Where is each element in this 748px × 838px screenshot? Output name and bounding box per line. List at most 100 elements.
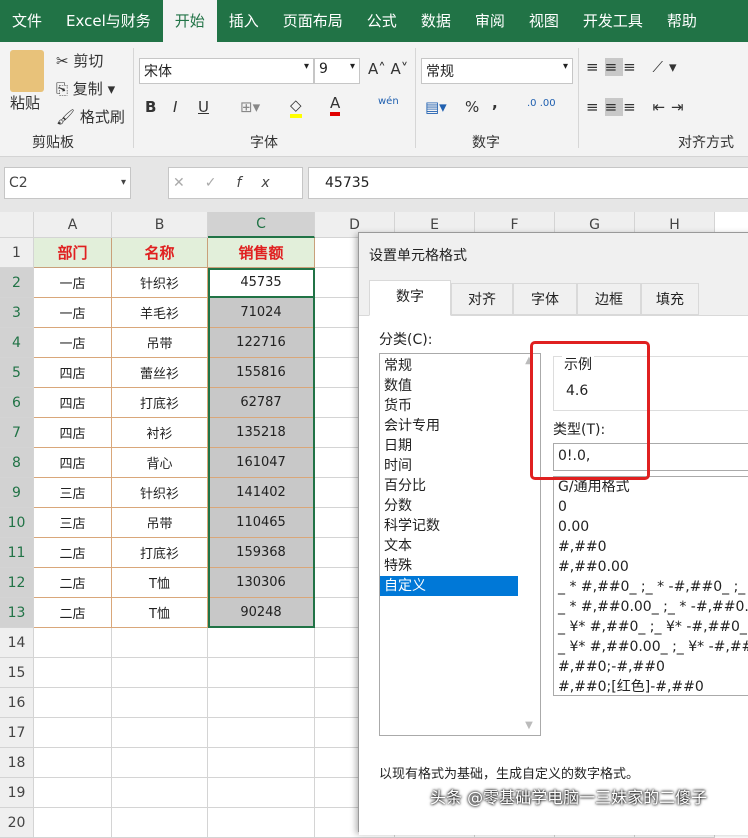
phonetic-icon[interactable]: wén (378, 96, 399, 107)
cell[interactable] (208, 748, 315, 778)
data-cell[interactable]: 打底衫 (112, 538, 208, 568)
data-cell[interactable]: 二店 (34, 568, 112, 598)
format-list[interactable]: G/通用格式 0 0.00 #,##0 #,##0.00 _ * #,##0_ ;_ * … (553, 476, 748, 696)
data-cell[interactable]: 141402 (208, 478, 315, 508)
row-header-20[interactable]: 20 (0, 808, 34, 838)
data-cell[interactable]: 三店 (34, 508, 112, 538)
row-header-5[interactable]: 5 (0, 358, 34, 388)
cut-button[interactable]: ✂ 剪切 (56, 50, 103, 71)
font-size-select[interactable]: 9 ▾ (314, 58, 360, 84)
cell[interactable] (208, 808, 315, 838)
cell[interactable] (34, 718, 112, 748)
font-color-icon[interactable]: A (330, 94, 341, 116)
category-item[interactable]: 时间 (380, 456, 540, 476)
row-header-17[interactable]: 17 (0, 718, 34, 748)
row-header-16[interactable]: 16 (0, 688, 34, 718)
tab-5[interactable]: 公式 (355, 0, 409, 42)
bold-button[interactable]: B (145, 98, 156, 116)
tab-4[interactable]: 页面布局 (271, 0, 355, 42)
percent-button[interactable]: % (465, 98, 479, 116)
category-item[interactable]: 文本 (380, 536, 540, 556)
font-name-select[interactable]: 宋体 ▾ (139, 58, 314, 84)
enter-icon[interactable]: ✓ (205, 175, 237, 191)
data-cell[interactable]: 四店 (34, 448, 112, 478)
format-item[interactable]: _ ¥* #,##0_ ;_ ¥* -#,##0_ ;_ ¥* "-"_ ;_ … (554, 617, 748, 637)
italic-button[interactable]: I (173, 98, 177, 116)
data-cell[interactable]: 90248 (208, 598, 315, 628)
data-cell[interactable]: 71024 (208, 298, 315, 328)
underline-button[interactable]: U (198, 98, 209, 116)
tab-1[interactable]: Excel与财务 (54, 0, 163, 42)
border-icon[interactable]: ⊞▾ (240, 98, 260, 116)
row-header-13[interactable]: 13 (0, 598, 34, 628)
dialog-tab-1[interactable]: 对齐 (451, 283, 513, 315)
data-cell[interactable]: 打底衫 (112, 388, 208, 418)
cell[interactable] (208, 778, 315, 808)
accounting-icon[interactable]: ▤▾ (425, 98, 447, 116)
row-header-3[interactable]: 3 (0, 298, 34, 328)
row-header-6[interactable]: 6 (0, 388, 34, 418)
format-item[interactable]: _ * #,##0.00_ ;_ * -#,##0.00_ ;_ * "-"??… (554, 597, 748, 617)
format-item[interactable]: _ * #,##0_ ;_ * -#,##0_ ;_ * "-"_ ;_ @_ (554, 577, 748, 597)
row-header-4[interactable]: 4 (0, 328, 34, 358)
cell[interactable] (112, 718, 208, 748)
data-cell[interactable]: 羊毛衫 (112, 298, 208, 328)
comma-button[interactable]: , (492, 94, 498, 112)
cell[interactable] (34, 778, 112, 808)
dialog-tab-2[interactable]: 字体 (513, 283, 577, 315)
format-item[interactable]: #,##0;-#,##0 (554, 657, 748, 677)
paste-icon[interactable] (10, 50, 44, 92)
data-cell[interactable]: T恤 (112, 598, 208, 628)
format-painter-button[interactable]: 🖌 格式刷 (56, 106, 125, 127)
format-item[interactable]: #,##0 (554, 537, 748, 557)
data-cell[interactable]: 背心 (112, 448, 208, 478)
name-box[interactable]: C2 ▾ (4, 167, 131, 199)
data-cell[interactable]: 二店 (34, 538, 112, 568)
data-cell[interactable]: 二店 (34, 598, 112, 628)
copy-button[interactable]: ⎘ 复制 ▾ (56, 78, 115, 99)
number-format-select[interactable]: 常规 ▾ (421, 58, 573, 84)
format-item[interactable]: _ ¥* #,##0.00_ ;_ ¥* -#,##0.00_ ;_ ¥* "-… (554, 637, 748, 657)
data-cell[interactable]: 吊带 (112, 328, 208, 358)
cell[interactable] (34, 808, 112, 838)
data-cell[interactable]: 62787 (208, 388, 315, 418)
row-header-10[interactable]: 10 (0, 508, 34, 538)
data-cell[interactable]: 161047 (208, 448, 315, 478)
column-header-B[interactable]: B (112, 212, 208, 238)
data-cell[interactable]: 122716 (208, 328, 315, 358)
format-item[interactable]: 0.00 (554, 517, 748, 537)
tab-8[interactable]: 视图 (517, 0, 571, 42)
cell[interactable] (208, 718, 315, 748)
data-cell[interactable]: 三店 (34, 478, 112, 508)
cell[interactable] (208, 628, 315, 658)
cancel-icon[interactable]: ✕ (173, 175, 205, 191)
tab-3[interactable]: 插入 (217, 0, 271, 42)
data-cell[interactable]: 吊带 (112, 508, 208, 538)
header-cell[interactable]: 名称 (112, 238, 208, 268)
tab-9[interactable]: 开发工具 (571, 0, 655, 42)
category-item[interactable]: 数值 (380, 376, 540, 396)
format-item[interactable]: #,##0.00 (554, 557, 748, 577)
category-item[interactable]: 自定义 (380, 576, 518, 596)
category-item[interactable]: 日期 (380, 436, 540, 456)
select-all-corner[interactable] (0, 212, 34, 238)
data-cell[interactable]: 衬衫 (112, 418, 208, 448)
data-cell[interactable]: 蕾丝衫 (112, 358, 208, 388)
row-header-15[interactable]: 15 (0, 658, 34, 688)
data-cell[interactable]: 一店 (34, 298, 112, 328)
category-item[interactable]: 货币 (380, 396, 540, 416)
category-list[interactable]: 常规 数值 货币 会计专用 日期 时间 百分比 分数 科学记数 文本 特殊 自定义 (379, 353, 541, 736)
row-header-1[interactable]: 1 (0, 238, 34, 268)
data-cell[interactable]: 一店 (34, 328, 112, 358)
increase-font-icon[interactable]: A˄ A˅ (368, 60, 408, 78)
cell[interactable] (112, 748, 208, 778)
format-item[interactable]: #,##0;[红色]-#,##0 (554, 677, 748, 695)
category-item[interactable]: 常规 (380, 356, 540, 376)
tab-2[interactable]: 开始 (162, 0, 217, 42)
dialog-tab-0[interactable]: 数字 (369, 280, 451, 316)
cell[interactable] (208, 688, 315, 718)
row-header-8[interactable]: 8 (0, 448, 34, 478)
category-item[interactable]: 科学记数 (380, 516, 540, 536)
cell[interactable] (112, 658, 208, 688)
dialog-tab-3[interactable]: 边框 (577, 283, 641, 315)
